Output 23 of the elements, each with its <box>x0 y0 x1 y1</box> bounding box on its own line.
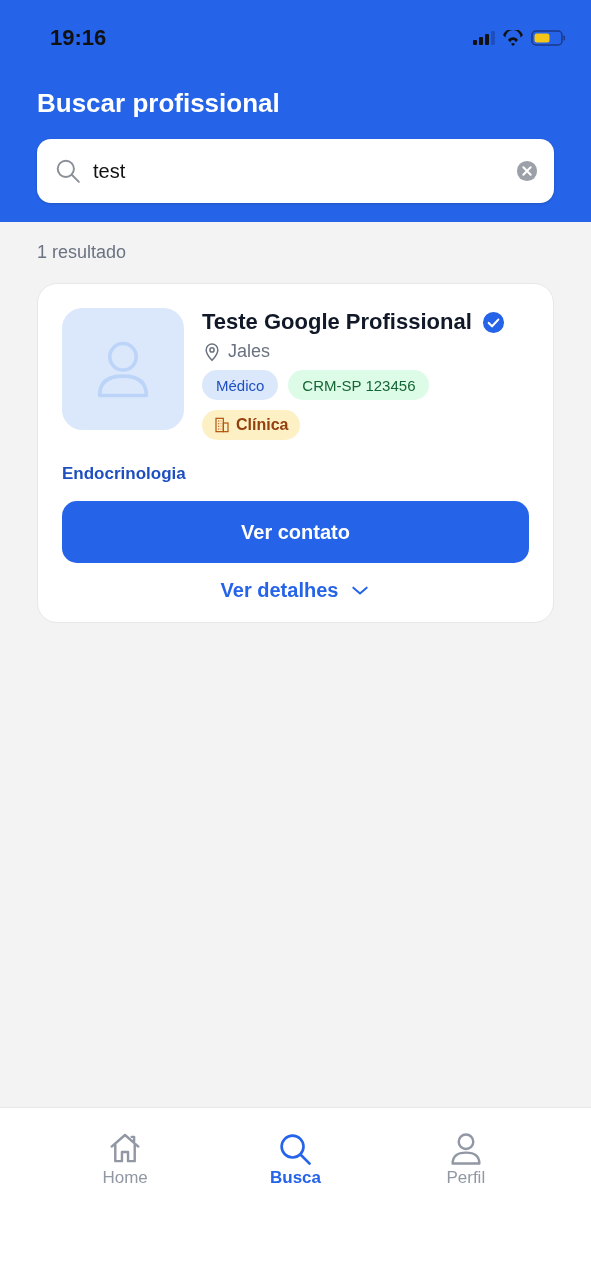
tag: Médico <box>202 370 279 400</box>
search-icon <box>278 1132 313 1166</box>
tab-item[interactable]: Perfil <box>425 1132 506 1188</box>
contact-button[interactable]: Ver contato <box>62 501 529 563</box>
results-count: 1 resultado <box>37 241 128 264</box>
professional-name: Teste Google Profissional <box>202 309 472 335</box>
details-link[interactable]: Ver detalhes <box>216 577 375 604</box>
location-text: Jales <box>228 341 271 362</box>
page-title: Buscar profissional <box>37 87 281 120</box>
status-time: 19:16 <box>50 25 107 51</box>
tab-item[interactable]: Busca <box>255 1132 336 1188</box>
person-icon <box>448 1132 483 1166</box>
building-icon <box>214 416 230 434</box>
tab-item[interactable]: Home <box>85 1132 166 1188</box>
clear-icon[interactable] <box>516 160 538 182</box>
signal-icon <box>473 31 495 45</box>
tag: CRM-SP 123456 <box>288 370 430 400</box>
search-icon <box>55 158 81 184</box>
specialty-text: Endocrinologia <box>62 464 187 484</box>
wifi-icon <box>502 30 524 46</box>
tag: Clínica <box>202 410 301 440</box>
search-field[interactable]: test <box>37 139 554 203</box>
battery-icon <box>531 30 566 46</box>
